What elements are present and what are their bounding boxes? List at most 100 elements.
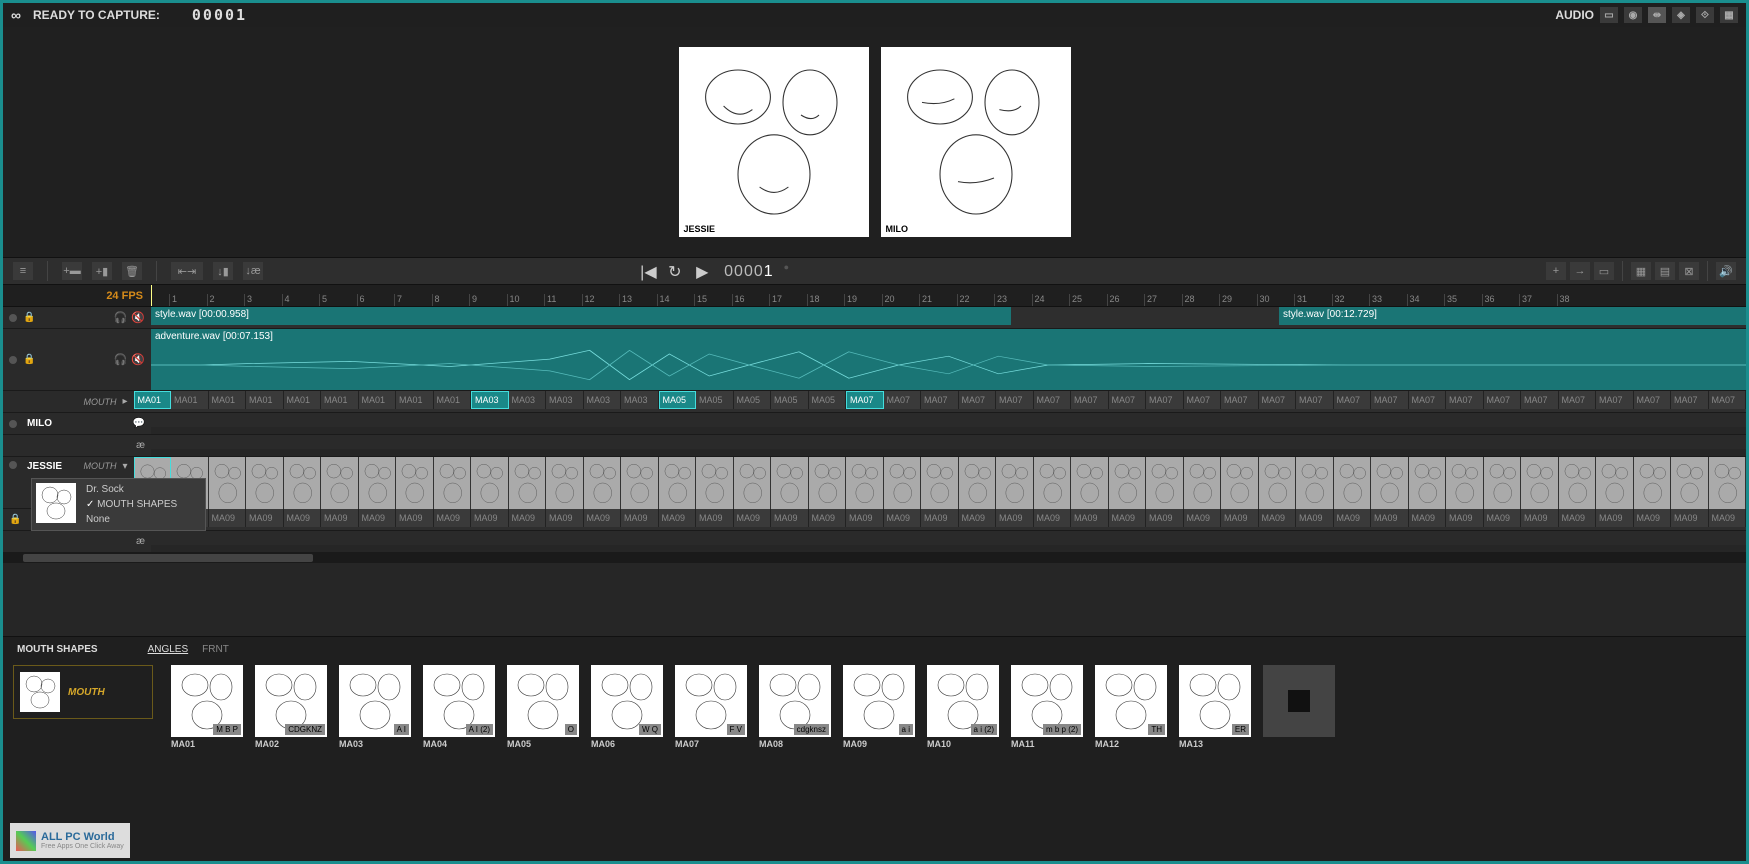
mouth-cell[interactable]: MA09 [1259, 509, 1297, 527]
mouth-cell[interactable]: MA07 [1184, 391, 1222, 409]
mouth-cell[interactable]: MA03 [546, 391, 584, 409]
thumb-cell[interactable] [959, 457, 997, 509]
mouth-cell[interactable]: MA07 [1034, 391, 1072, 409]
mouth-cell[interactable]: MA09 [1184, 509, 1222, 527]
add-clip-icon[interactable]: +▮ [92, 262, 112, 280]
mouth-cell[interactable]: MA09 [246, 509, 284, 527]
mouth-cell[interactable]: MA07 [1409, 391, 1447, 409]
shape-ma13[interactable]: ERMA13 [1179, 665, 1251, 749]
mouth-cell[interactable]: MA03 [471, 391, 509, 409]
mouth-cell[interactable]: MA07 [1221, 391, 1259, 409]
menu-icon[interactable]: ≡ [13, 262, 33, 280]
mouth-cell[interactable]: MA09 [884, 509, 922, 527]
thumb-cell[interactable] [1259, 457, 1297, 509]
tool-c-icon[interactable]: ↓æ [243, 262, 263, 280]
thumb-cell[interactable] [884, 457, 922, 509]
mute-icon[interactable]: 🔇 [131, 353, 145, 366]
mouth-cell[interactable]: MA09 [734, 509, 772, 527]
menu-item-none[interactable]: None [82, 513, 181, 526]
fit-icon[interactable]: ▭ [1594, 262, 1614, 280]
mouth-cell[interactable]: MA09 [809, 509, 847, 527]
audio-clip-1b[interactable]: style.wav [00:12.729] [1279, 307, 1746, 325]
headphone-icon[interactable]: 🎧 [114, 311, 128, 324]
thumb-cell[interactable] [734, 457, 772, 509]
track-toggle-icon[interactable] [9, 420, 17, 428]
shape-ma11[interactable]: m b p (2)MA11 [1011, 665, 1083, 749]
mouth-cell[interactable]: MA09 [659, 509, 697, 527]
mouth-cell[interactable]: MA09 [996, 509, 1034, 527]
expand-icon[interactable]: ▸ [122, 396, 127, 407]
category-mouth[interactable]: MOUTH [13, 665, 153, 719]
tab-frnt[interactable]: FRNT [202, 644, 229, 655]
menu-item-mouthshapes[interactable]: MOUTH SHAPES [82, 498, 181, 511]
thumb-cell[interactable] [1484, 457, 1522, 509]
thumb-cell[interactable] [284, 457, 322, 509]
mouth-cell[interactable]: MA09 [321, 509, 359, 527]
thumb-cell[interactable] [1709, 457, 1747, 509]
shape-ma07[interactable]: F VMA07 [675, 665, 747, 749]
thumb-cell[interactable] [1371, 457, 1409, 509]
thumb-cell[interactable] [321, 457, 359, 509]
mouth-cell[interactable]: MA09 [396, 509, 434, 527]
thumb-cell[interactable] [509, 457, 547, 509]
thumb-cell[interactable] [1221, 457, 1259, 509]
thumb-cell[interactable] [1184, 457, 1222, 509]
thumb-cell[interactable] [471, 457, 509, 509]
mouth-cell[interactable]: MA05 [696, 391, 734, 409]
shape-ma02[interactable]: CDGKNZMA02 [255, 665, 327, 749]
track-toggle-icon[interactable] [9, 461, 17, 469]
preview-milo[interactable]: MILO [881, 47, 1071, 237]
panel-icon[interactable]: ▦ [1720, 7, 1738, 23]
shape-ma12[interactable]: THMA12 [1095, 665, 1167, 749]
tool-a-icon[interactable]: ⇤⇥ [171, 262, 203, 280]
shape-ma09[interactable]: a iMA09 [843, 665, 915, 749]
lock-icon[interactable]: 🔒 [23, 312, 35, 323]
mouth-cell[interactable]: MA09 [1296, 509, 1334, 527]
grid-b-icon[interactable]: ▤ [1655, 262, 1675, 280]
step-icon[interactable]: ● [784, 262, 802, 280]
thumb-cell[interactable] [1334, 457, 1372, 509]
mouth-cell[interactable]: MA01 [321, 391, 359, 409]
thumb-cell[interactable] [1146, 457, 1184, 509]
mouth-cell[interactable]: MA01 [209, 391, 247, 409]
monitor-icon[interactable]: ▭ [1600, 7, 1618, 23]
mouth-cell[interactable]: MA09 [1034, 509, 1072, 527]
thumb-cell[interactable] [1071, 457, 1109, 509]
headphone-icon[interactable]: 🎧 [114, 353, 128, 366]
clip-icon[interactable]: ⊠ [1679, 262, 1699, 280]
playhead[interactable] [151, 285, 152, 306]
tool-b-icon[interactable]: ↓▮ [213, 262, 233, 280]
mouth-cell[interactable]: MA09 [1109, 509, 1147, 527]
shape-ma04[interactable]: A I (2)MA04 [423, 665, 495, 749]
mouth-cell[interactable]: MA09 [959, 509, 997, 527]
loop-icon[interactable]: ↻ [668, 262, 686, 280]
mouth-cell[interactable]: MA03 [584, 391, 622, 409]
mouth-cell[interactable]: MA01 [246, 391, 284, 409]
mouth-cell[interactable]: MA09 [284, 509, 322, 527]
shape-ma06[interactable]: W QMA06 [591, 665, 663, 749]
track-toggle-icon[interactable] [9, 356, 17, 364]
volume-icon[interactable]: 🔊 [1716, 262, 1736, 280]
menu-item-drsock[interactable]: Dr. Sock [82, 483, 181, 496]
mouth-cell[interactable]: MA09 [209, 509, 247, 527]
mouth-cell[interactable]: MA07 [884, 391, 922, 409]
mouth-cell[interactable]: MA09 [1596, 509, 1634, 527]
thumb-cell[interactable] [996, 457, 1034, 509]
mouth-cell[interactable]: MA09 [1446, 509, 1484, 527]
lock-icon[interactable]: 🔒 [9, 514, 21, 525]
thumb-cell[interactable] [1559, 457, 1597, 509]
mouth-cell[interactable]: MA09 [1146, 509, 1184, 527]
thumb-cell[interactable] [546, 457, 584, 509]
focus-icon[interactable]: ◈ [1672, 7, 1690, 23]
mouth-cell[interactable]: MA09 [1334, 509, 1372, 527]
mouth-cell[interactable]: MA07 [846, 391, 884, 409]
shape-ma10[interactable]: a i (2)MA10 [927, 665, 999, 749]
mouth-cell[interactable]: MA05 [734, 391, 772, 409]
mouth-cell[interactable]: MA07 [1484, 391, 1522, 409]
thumb-cell[interactable] [359, 457, 397, 509]
thumb-cell[interactable] [1596, 457, 1634, 509]
mouth-cell[interactable]: MA09 [1671, 509, 1709, 527]
mouth-cell[interactable]: MA01 [434, 391, 472, 409]
mouth-cell[interactable]: MA07 [1446, 391, 1484, 409]
arrow-right-icon[interactable]: → [1570, 262, 1590, 280]
